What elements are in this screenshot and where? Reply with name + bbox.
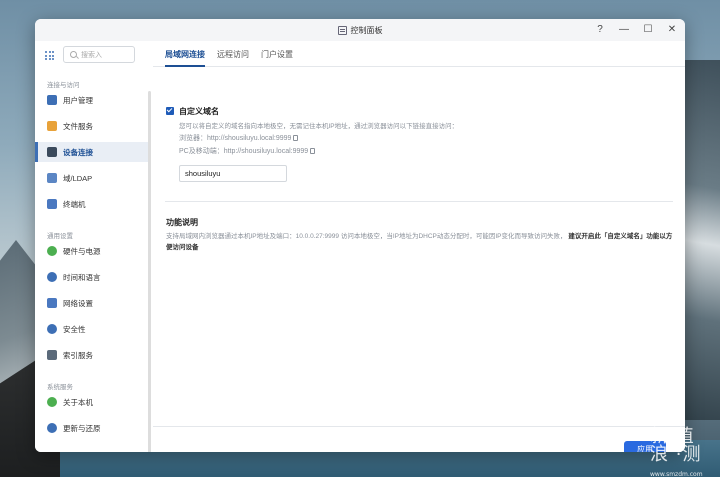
sidebar-header: 搜索入 xyxy=(35,41,153,69)
browser-url-line: 浏览器：http://shousiluyu.local:9999 xyxy=(179,133,299,143)
section-divider xyxy=(165,201,673,202)
maximize-button[interactable]: ☐ xyxy=(643,19,653,41)
sidebar-item-network[interactable]: 网络设置 xyxy=(35,293,149,313)
clock-icon xyxy=(47,272,57,282)
tab-lan[interactable]: 局域网连接 xyxy=(165,49,205,60)
window-controls: ? — ☐ ✕ xyxy=(595,19,677,41)
folder-icon xyxy=(47,121,57,131)
copy-icon[interactable] xyxy=(293,135,299,141)
sidebar-item-terminal[interactable]: 终端机 xyxy=(35,194,149,214)
control-panel-window: 控制面板 ? — ☐ ✕ 搜索入 连接与访问用户管理文件服务设备连接域/LDAP… xyxy=(35,19,685,452)
tab-remote-access[interactable]: 远程访问 xyxy=(217,49,249,60)
footer-bar: 应用 xyxy=(153,426,685,452)
custom-domain-description: 您可以将自定义的域名指向本地极空，无需记住本机IP地址，通过浏览器访问以下链接直… xyxy=(179,123,459,130)
sidebar-item-label: 关于本机 xyxy=(63,397,93,407)
network-icon xyxy=(47,298,57,308)
window-title: 控制面板 xyxy=(350,25,383,35)
sidebar-scrollbar[interactable] xyxy=(148,91,151,452)
app-grid-icon[interactable] xyxy=(45,51,54,60)
domain-icon xyxy=(47,173,57,183)
info-icon xyxy=(47,397,57,407)
function-desc-text: 支持局域网内浏览器通过本机IP地址及端口：10.0.0.27:9999 访问本地… xyxy=(166,233,567,240)
sidebar-item-clock[interactable]: 时间和语言 xyxy=(35,267,149,287)
sidebar-item-folder[interactable]: 文件服务 xyxy=(35,116,149,136)
domain-input[interactable]: shousiluyu xyxy=(179,165,287,182)
watermark-line2: 浪 ·测 xyxy=(650,444,702,465)
sidebar: 搜索入 连接与访问用户管理文件服务设备连接域/LDAP 终端机通用设置硬件与电源时… xyxy=(35,41,153,452)
sidebar-item-label: 安全性 xyxy=(63,324,86,334)
shield-icon xyxy=(47,324,57,334)
help-button[interactable]: ? xyxy=(595,19,605,41)
sidebar-item-label: 文件服务 xyxy=(63,121,93,131)
main-panel: 局域网连接 远程访问 门户设置 自定义域名 您可以将自定义的域名指向本地极空，无… xyxy=(153,41,685,452)
user-icon xyxy=(47,95,57,105)
sidebar-item-label: 设备连接 xyxy=(63,147,93,157)
sidebar-item-shield[interactable]: 安全性 xyxy=(35,319,149,339)
minimize-button[interactable]: — xyxy=(619,19,629,41)
close-button[interactable]: ✕ xyxy=(667,19,677,41)
title-bar[interactable]: 控制面板 ? — ☐ ✕ xyxy=(35,19,685,41)
index-icon xyxy=(47,350,57,360)
sidebar-item-label: 索引服务 xyxy=(63,350,93,360)
search-placeholder: 搜索入 xyxy=(81,51,102,59)
sidebar-item-device[interactable]: 设备连接 xyxy=(35,142,149,162)
tab-bar: 局域网连接 远程访问 门户设置 xyxy=(153,41,685,67)
update-icon xyxy=(47,423,57,433)
sidebar-item-label: 硬件与电源 xyxy=(63,246,101,256)
browser-url-text: 浏览器：http://shousiluyu.local:9999 xyxy=(179,135,292,142)
function-description: 支持局域网内浏览器通过本机IP地址及端口：10.0.0.27:9999 访问本地… xyxy=(166,231,678,253)
search-input[interactable]: 搜索入 xyxy=(63,46,135,63)
watermark: 新 值 浪 ·测 www.smzdm.com xyxy=(650,428,710,477)
active-tab-indicator xyxy=(165,65,205,67)
terminal-icon xyxy=(47,199,57,209)
device-icon xyxy=(47,147,57,157)
sidebar-item-info[interactable]: 关于本机 xyxy=(35,392,149,412)
copy-icon[interactable] xyxy=(310,148,316,154)
sidebar-section-title: 系统服务 xyxy=(47,384,73,391)
sidebar-item-label: 更新与还原 xyxy=(63,423,101,433)
title-wrap: 控制面板 xyxy=(337,25,383,36)
custom-domain-label: 自定义域名 xyxy=(179,107,219,116)
sidebar-item-power[interactable]: 硬件与电源 xyxy=(35,241,149,261)
sidebar-item-label: 时间和语言 xyxy=(63,272,101,282)
sidebar-item-index[interactable]: 索引服务 xyxy=(35,345,149,365)
tab-portal-settings[interactable]: 门户设置 xyxy=(261,49,293,60)
custom-domain-checkbox[interactable] xyxy=(166,107,174,115)
watermark-url: www.smzdm.com xyxy=(650,471,703,477)
sidebar-item-label: 域/LDAP xyxy=(63,173,93,183)
control-panel-icon xyxy=(337,25,347,35)
sidebar-item-domain[interactable]: 域/LDAP xyxy=(35,168,149,188)
function-title: 功能说明 xyxy=(166,218,198,227)
sidebar-section-title: 连接与访问 xyxy=(47,82,80,89)
power-icon xyxy=(47,246,57,256)
sidebar-item-label: 终端机 xyxy=(63,199,86,209)
search-icon xyxy=(70,51,77,58)
sidebar-section-title: 通用设置 xyxy=(47,233,73,240)
pc-url-text: PC及移动端：http://shousiluyu.local:9999 xyxy=(179,148,309,155)
sidebar-item-label: 用户管理 xyxy=(63,95,93,105)
sidebar-item-user[interactable]: 用户管理 xyxy=(35,90,149,110)
sidebar-item-update[interactable]: 更新与还原 xyxy=(35,418,149,438)
pc-url-line: PC及移动端：http://shousiluyu.local:9999 xyxy=(179,146,316,156)
sidebar-item-label: 网络设置 xyxy=(63,298,93,308)
